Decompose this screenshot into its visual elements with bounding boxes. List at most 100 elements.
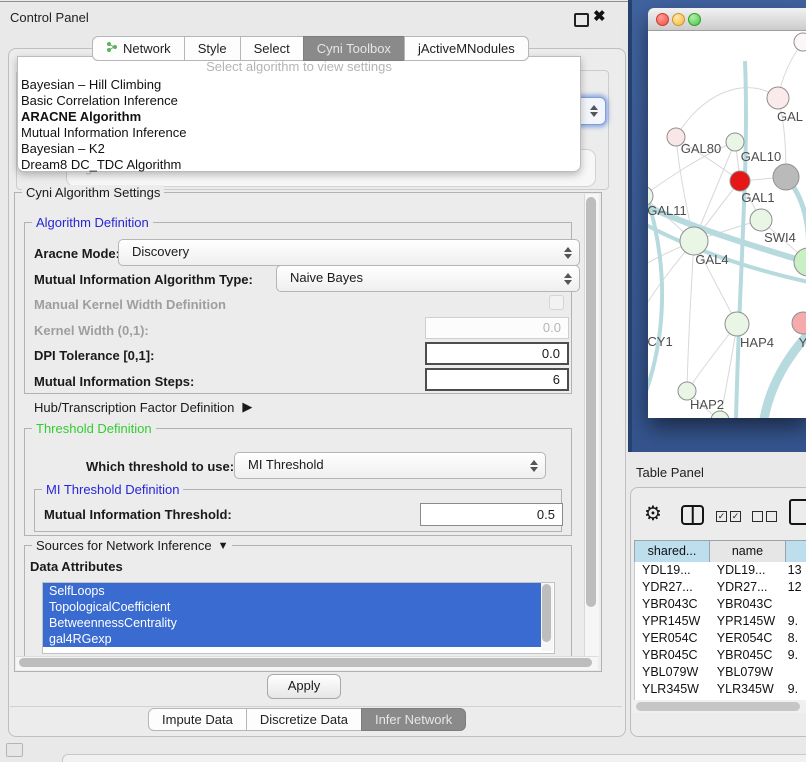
dpi-tolerance-label: DPI Tolerance [0,1]: bbox=[34, 348, 154, 363]
apply-button[interactable]: Apply bbox=[267, 674, 341, 699]
network-node[interactable] bbox=[794, 248, 806, 276]
network-node[interactable] bbox=[773, 164, 799, 190]
tab-label: Style bbox=[198, 37, 227, 61]
unchecked-pair-icon[interactable] bbox=[752, 511, 777, 522]
mi-type-combobox[interactable]: Naive Bayes bbox=[276, 265, 580, 292]
kernel-width-input[interactable]: 0.0 bbox=[425, 317, 569, 339]
network-node[interactable] bbox=[794, 33, 806, 51]
algorithm-popup-item[interactable]: Bayesian – K2 bbox=[18, 141, 580, 157]
table-row[interactable]: YDR27...YDR27...12 bbox=[635, 579, 806, 596]
split-columns-icon[interactable] bbox=[681, 505, 704, 525]
mi-steps-input[interactable]: 6 bbox=[425, 368, 569, 391]
settings-vscrollbar-thumb[interactable] bbox=[586, 197, 596, 607]
network-node[interactable] bbox=[792, 312, 806, 334]
table-row[interactable]: YBR045CYBR045C9. bbox=[635, 647, 806, 664]
algorithm-popup-list: Bayesian – Hill ClimbingBasic Correlatio… bbox=[18, 77, 580, 173]
tab-impute-data[interactable]: Impute Data bbox=[148, 708, 247, 731]
manual-kernel-label: Manual Kernel Width Definition bbox=[34, 297, 226, 312]
tab-network[interactable]: Network bbox=[92, 36, 185, 61]
table-cell: 12 bbox=[784, 579, 806, 596]
table-rows: YDL19...YDL19...13YDR27...YDR27...12YBR0… bbox=[634, 562, 806, 700]
expand-arrow-icon[interactable]: ▼ bbox=[218, 540, 229, 552]
dpi-tolerance-input[interactable]: 0.0 bbox=[425, 342, 569, 365]
table-row[interactable]: YPR145WYPR145W9. bbox=[635, 613, 806, 630]
data-attribute-item[interactable]: SelfLoops bbox=[43, 583, 541, 599]
window-close-icon[interactable] bbox=[656, 13, 669, 26]
table-cell: YBR045C bbox=[635, 647, 710, 664]
algorithm-definition-legend: Algorithm Definition bbox=[32, 215, 153, 230]
list-vscrollbar-thumb[interactable] bbox=[542, 584, 551, 642]
data-attribute-item[interactable]: BetweennessCentrality bbox=[43, 615, 541, 631]
network-node[interactable] bbox=[750, 209, 772, 231]
tab-infer-network[interactable]: Infer Network bbox=[361, 708, 466, 731]
float-window-icon[interactable] bbox=[574, 13, 589, 27]
gear-icon[interactable]: ⚙ bbox=[644, 501, 662, 526]
algorithm-popup-item[interactable]: Bayesian – Hill Climbing bbox=[18, 77, 580, 93]
window-zoom-icon[interactable] bbox=[688, 13, 701, 26]
checked-pair-icon[interactable]: ✓✓ bbox=[716, 511, 741, 522]
network-node[interactable] bbox=[730, 171, 750, 191]
network-node[interactable] bbox=[767, 87, 789, 109]
settings-hscrollbar-thumb[interactable] bbox=[19, 658, 592, 667]
table-cell: YDL19... bbox=[710, 562, 784, 579]
sources-legend-label: Sources for Network Inference bbox=[36, 538, 212, 553]
network-node-label: GCY1 bbox=[648, 334, 673, 349]
table-cell bbox=[784, 596, 806, 613]
tab-jactivemnodules[interactable]: jActiveMNodules bbox=[404, 36, 529, 61]
data-attributes-list[interactable]: SelfLoopsTopologicalCoefficientBetweenne… bbox=[42, 582, 555, 654]
network-node-label: Y bbox=[799, 335, 806, 350]
table-cell: YPR145W bbox=[710, 613, 784, 630]
aracne-mode-combobox[interactable]: Discovery bbox=[118, 239, 580, 266]
algorithm-dropdown-popup: Select algorithm to view settings Bayesi… bbox=[17, 56, 581, 172]
network-edge[interactable] bbox=[687, 241, 694, 391]
aracne-mode-value: Discovery bbox=[132, 244, 189, 259]
table-row[interactable]: YDL19...YDL19...13 bbox=[635, 562, 806, 579]
document-icon[interactable] bbox=[789, 499, 806, 525]
hub-definition-label: Hub/Transcription Factor Definition bbox=[34, 400, 234, 415]
algorithm-popup-item[interactable]: Dream8 DC_TDC Algorithm bbox=[18, 157, 580, 173]
network-node[interactable] bbox=[711, 411, 729, 418]
kernel-width-label: Kernel Width (0,1): bbox=[34, 323, 149, 338]
table-hscrollbar-thumb[interactable] bbox=[636, 702, 800, 711]
network-view[interactable]: GALGAL80GAL10GAL11GAL1SWI4GAL4GCY1HAP4YH… bbox=[648, 31, 806, 418]
table-header-extra[interactable] bbox=[785, 540, 806, 563]
tab-cyni-toolbox[interactable]: Cyni Toolbox bbox=[303, 36, 405, 61]
table-row[interactable]: YLR345WYLR345W9. bbox=[635, 681, 806, 698]
collapse-arrow-icon[interactable]: ▶ bbox=[242, 399, 252, 415]
network-edge[interactable] bbox=[676, 88, 778, 137]
network-node-label: HAP2 bbox=[690, 397, 724, 412]
algorithm-popup-item[interactable]: Basic Correlation Inference bbox=[18, 93, 580, 109]
which-threshold-combobox[interactable]: MI Threshold bbox=[234, 452, 546, 479]
algorithm-popup-item[interactable]: Mutual Information Inference bbox=[18, 125, 580, 141]
table-row[interactable]: YBR043CYBR043C bbox=[635, 596, 806, 613]
sources-legend[interactable]: Sources for Network Inference ▼ bbox=[32, 538, 232, 553]
close-icon[interactable]: ✖ bbox=[593, 7, 606, 25]
algorithm-popup-item[interactable]: ARACNE Algorithm bbox=[18, 109, 580, 125]
table-row[interactable]: YBL079WYBL079W bbox=[635, 664, 806, 681]
top-border bbox=[0, 1, 630, 2]
data-attribute-item[interactable]: gal4RGexp bbox=[43, 631, 541, 647]
hub-definition-row[interactable]: Hub/Transcription Factor Definition ▶ bbox=[34, 399, 252, 415]
data-attribute-item[interactable]: TopologicalCoefficient bbox=[43, 599, 541, 615]
network-window-titlebar[interactable] bbox=[648, 8, 806, 31]
table-cell: 9. bbox=[784, 647, 806, 664]
tab-label: Infer Network bbox=[375, 708, 452, 732]
table-row[interactable]: YER054CYER054C8. bbox=[635, 630, 806, 647]
tab-discretize-data[interactable]: Discretize Data bbox=[246, 708, 362, 731]
table-header-name[interactable]: name bbox=[709, 540, 786, 563]
network-node[interactable] bbox=[725, 312, 749, 336]
network-node[interactable] bbox=[680, 227, 708, 255]
window-minimize-icon[interactable] bbox=[672, 13, 685, 26]
tab-label: Network bbox=[123, 37, 171, 61]
which-threshold-value: MI Threshold bbox=[248, 457, 324, 472]
table-cell: YBR043C bbox=[635, 596, 710, 613]
network-canvas[interactable]: GALGAL80GAL10GAL11GAL1SWI4GAL4GCY1HAP4YH… bbox=[648, 31, 806, 418]
mi-threshold-input[interactable]: 0.5 bbox=[420, 503, 563, 526]
tab-style[interactable]: Style bbox=[184, 36, 241, 61]
tab-select[interactable]: Select bbox=[240, 36, 304, 61]
manual-kernel-checkbox[interactable] bbox=[549, 295, 564, 310]
network-edge[interactable] bbox=[648, 217, 806, 283]
table-header-shared[interactable]: shared... bbox=[634, 540, 710, 563]
network-edge[interactable] bbox=[687, 324, 737, 391]
panel-grip-icon[interactable] bbox=[6, 743, 23, 757]
